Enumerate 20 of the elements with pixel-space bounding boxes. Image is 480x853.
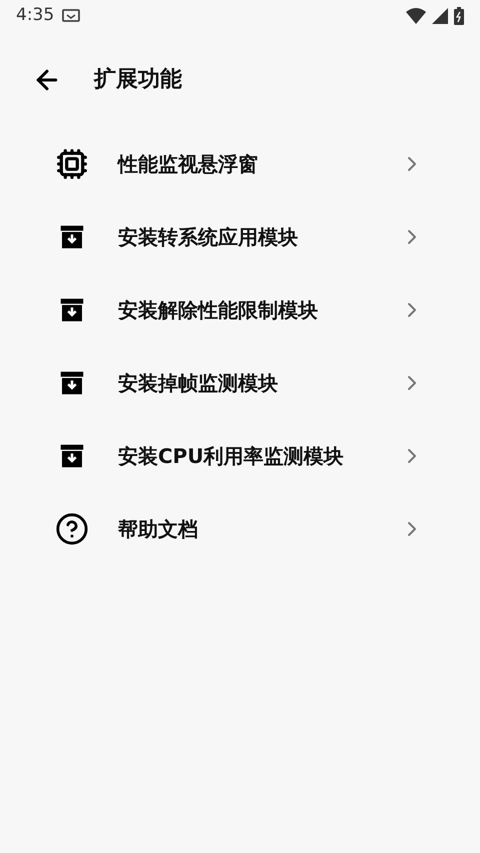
item-label: 帮助文档 xyxy=(118,516,199,542)
menu-item[interactable]: 安装掉帧监测模块 xyxy=(0,346,480,419)
wifi-icon xyxy=(406,8,426,24)
menu-item[interactable]: 帮助文档 xyxy=(0,492,480,565)
battery-icon xyxy=(454,7,464,25)
page-title: 扩展功能 xyxy=(94,66,182,94)
item-label: 安装转系统应用模块 xyxy=(118,224,299,250)
status-time: 4:35 xyxy=(16,4,54,28)
chip-icon xyxy=(56,148,88,180)
item-label: 安装CPU利用率监测模块 xyxy=(118,442,345,470)
help-icon xyxy=(55,512,89,546)
menu-item[interactable]: 性能监视悬浮窗 xyxy=(0,127,480,200)
menu-item[interactable]: 安装CPU利用率监测模块 xyxy=(0,419,480,492)
notification-icon xyxy=(62,8,82,24)
signal-icon xyxy=(432,8,448,24)
item-label: 安装解除性能限制模块 xyxy=(118,296,319,324)
item-label: 性能监视悬浮窗 xyxy=(118,150,259,178)
menu-item[interactable]: 安装解除性能限制模块 xyxy=(0,273,480,346)
menu-item[interactable]: 安装转系统应用模块 xyxy=(0,200,480,273)
item-label: 安装掉帧监测模块 xyxy=(118,370,279,396)
